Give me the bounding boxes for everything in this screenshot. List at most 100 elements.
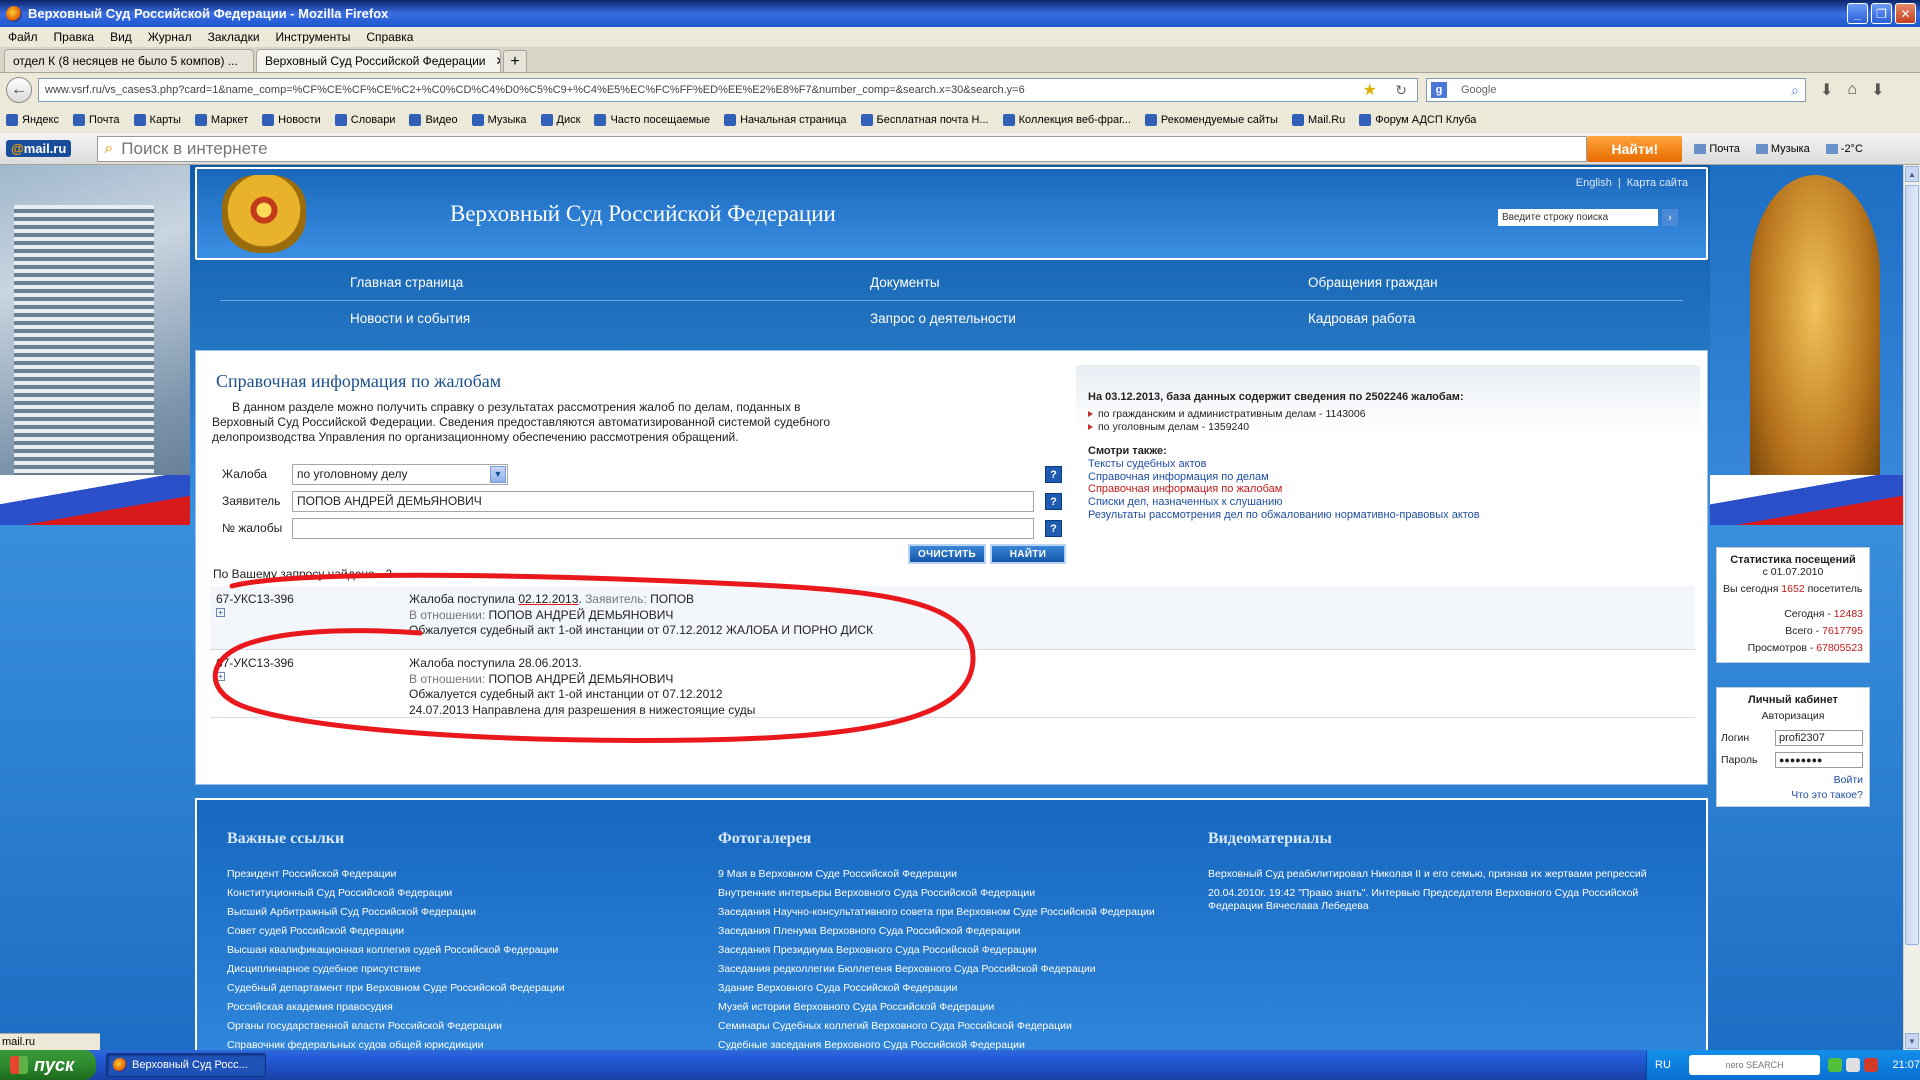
footer-link[interactable]: Высший Арбитражный Суд Российской Федера… (227, 906, 476, 919)
footer-link[interactable]: Органы государственной власти Российской… (227, 1020, 502, 1033)
tab-2-active[interactable]: Верховный Суд Российской Федерации ✕ (256, 49, 501, 72)
menu-edit[interactable]: Правка (54, 30, 95, 44)
footer-link[interactable]: Совет судей Российской Федерации (227, 925, 404, 938)
menu-history[interactable]: Журнал (148, 30, 192, 44)
bookmark-item[interactable]: Mail.Ru (1291, 114, 1345, 126)
footer-link[interactable]: Президент Российской Федерации (227, 868, 396, 881)
clear-button[interactable]: ОЧИСТИТЬ (908, 544, 986, 564)
help-icon[interactable]: ? (1045, 466, 1062, 483)
weather-widget[interactable]: -2°C (1826, 143, 1863, 155)
find-button[interactable]: НАЙТИ (990, 544, 1066, 564)
bookmark-item[interactable]: Диск (540, 114, 580, 126)
footer-link[interactable]: Заседания Пленума Верховного Суда Россий… (718, 925, 1020, 938)
link-hearing-lists[interactable]: Списки дел, назначенных к слушанию (1088, 496, 1282, 508)
footer-link[interactable]: Заседания редколлегии Бюллетеня Верховно… (718, 963, 1096, 976)
google-icon[interactable]: g (1431, 82, 1447, 98)
scroll-down-icon[interactable]: ▼ (1905, 1033, 1919, 1049)
footer-link[interactable]: Заседания Президиума Верховного Суда Рос… (718, 944, 1037, 957)
back-button[interactable]: ← (6, 77, 32, 103)
site-search-go-icon[interactable]: › (1662, 209, 1678, 226)
bookmark-item[interactable]: Новости (262, 114, 321, 126)
close-button[interactable]: ✕ (1895, 3, 1916, 24)
link-complaint-info[interactable]: Справочная информация по жалобам (1088, 483, 1282, 495)
case-number[interactable]: 67-УКС13-396 (216, 656, 294, 670)
scrollbar-thumb[interactable] (1905, 185, 1919, 945)
complaint-number-input[interactable] (292, 517, 1034, 539)
bookmark-item[interactable]: Карты (133, 114, 181, 126)
search-icon[interactable]: ⌕ (1791, 82, 1799, 99)
bookmark-item[interactable]: Видео (409, 114, 458, 126)
login-button[interactable]: Войти (1834, 774, 1863, 786)
nav-info-request[interactable]: Запрос о деятельности (870, 311, 1016, 326)
maximize-button[interactable]: ❐ (1871, 3, 1892, 24)
web-search-box[interactable]: g Google ⌕ (1426, 78, 1806, 102)
footer-link[interactable]: 20.04.2010г. 19:42 "Право знать". Интерв… (1208, 887, 1638, 900)
footer-link[interactable]: Конституционный Суд Российской Федерации (227, 887, 452, 900)
footer-link[interactable]: Заседания Научно-консультативного совета… (718, 906, 1155, 919)
expand-icon[interactable]: + (216, 608, 225, 617)
footer-link[interactable]: 9 Мая в Верховном Суде Российской Федера… (718, 868, 957, 881)
nav-documents[interactable]: Документы (870, 275, 940, 290)
url-bar[interactable]: www.vsrf.ru/vs_cases3.php?card=1&name_co… (38, 78, 1418, 102)
bookmark-item[interactable]: Почта (73, 114, 120, 126)
site-search-input[interactable]: Введите строку поиска (1498, 209, 1658, 226)
bookmark-item[interactable]: Словари (334, 114, 395, 126)
footer-link[interactable]: Российская академия правосудия (227, 1001, 393, 1014)
start-button[interactable]: пуск (0, 1050, 96, 1080)
bookmark-item[interactable]: Бесплатная почта Н... (860, 114, 989, 126)
bookmark-item[interactable]: Рекомендуемые сайты (1144, 114, 1278, 126)
menu-bookmarks[interactable]: Закладки (208, 30, 260, 44)
scroll-up-icon[interactable]: ▲ (1905, 166, 1919, 182)
bookmark-item[interactable]: Коллекция веб-фраг... (1002, 114, 1131, 126)
footer-link[interactable]: Высшая квалификационная коллегия судей Р… (227, 944, 558, 957)
case-number[interactable]: 67-УКС13-396 (216, 592, 294, 606)
mailru-search-input[interactable]: ⌕ Поиск в интернете (97, 135, 1588, 162)
footer-link[interactable]: Верховный Суд реабилитировал Николая II … (1208, 868, 1647, 881)
addon-icon[interactable]: ⬇ (1871, 80, 1884, 100)
expand-icon[interactable]: + (216, 672, 225, 681)
bookmark-item[interactable]: Форум АДСП Клуба (1359, 114, 1476, 126)
mailru-music-link[interactable]: Музыка (1756, 143, 1810, 155)
what-is-this-link[interactable]: Что это такое? (1791, 789, 1863, 801)
close-tab-icon[interactable]: ✕ (496, 54, 500, 68)
applicant-input[interactable]: ПОПОВ АНДРЕЙ ДЕМЬЯНОВИЧ (292, 490, 1034, 512)
download-icon[interactable]: ⬇ (1820, 80, 1833, 100)
link-court-acts[interactable]: Тексты судебных актов (1088, 458, 1206, 470)
bookmark-star-icon[interactable]: ★ (1363, 80, 1377, 100)
nav-personnel[interactable]: Кадровая работа (1308, 311, 1415, 326)
link-case-info[interactable]: Справочная информация по делам (1088, 471, 1269, 483)
footer-link[interactable]: Семинары Судебных коллегий Верховного Су… (718, 1020, 1072, 1033)
footer-link[interactable]: Федерации Вячеслава Лебедева (1208, 900, 1369, 913)
speaker-icon[interactable] (1846, 1058, 1861, 1072)
home-icon[interactable]: ⌂ (1847, 81, 1857, 99)
link-normative-acts[interactable]: Результаты рассмотрения дел по обжалован… (1088, 509, 1480, 521)
footer-link[interactable]: Дисциплинарное судебное присутствие (227, 963, 421, 976)
menu-help[interactable]: Справка (366, 30, 413, 44)
taskbar-firefox-window[interactable]: Верховный Суд Росс... (106, 1053, 266, 1077)
footer-link[interactable]: Внутренние интерьеры Верховного Суда Рос… (718, 887, 1035, 900)
menu-view[interactable]: Вид (110, 30, 132, 44)
language-indicator[interactable]: RU (1655, 1059, 1671, 1071)
mailru-search-button[interactable]: Найти! (1587, 135, 1683, 162)
new-tab-button[interactable]: + (503, 50, 527, 72)
sitemap-link[interactable]: Карта сайта (1627, 177, 1688, 189)
login-input[interactable]: profi2307 (1775, 730, 1863, 746)
bookmark-item[interactable]: Маркет (194, 114, 248, 126)
footer-link[interactable]: Судебный департамент при Верховном Суде … (227, 982, 564, 995)
complaint-type-select[interactable]: по уголовному делу ▼ (292, 463, 508, 485)
menu-file[interactable]: Файл (8, 30, 38, 44)
clock[interactable]: 21:07 (1892, 1059, 1920, 1071)
help-icon[interactable]: ? (1045, 520, 1062, 537)
footer-link[interactable]: Здание Верховного Суда Российской Федера… (718, 982, 957, 995)
footer-link[interactable]: Судебные заседания Верховного Суда Росси… (718, 1039, 1025, 1050)
nero-search-box[interactable]: nero SEARCH (1688, 1055, 1821, 1075)
bookmark-item[interactable]: Музыка (471, 114, 527, 126)
minimize-button[interactable]: _ (1847, 3, 1868, 24)
chevron-down-icon[interactable]: ▼ (490, 465, 506, 483)
help-icon[interactable]: ? (1045, 493, 1062, 510)
english-link[interactable]: English (1576, 177, 1612, 189)
site-title[interactable]: Верховный Суд Российской Федерации (450, 201, 836, 227)
tab-1[interactable]: отдел К (8 несяцев не было 5 компов) ... (4, 49, 254, 72)
bookmark-item[interactable]: Начальная страница (724, 114, 847, 126)
vertical-scrollbar[interactable]: ▲ ▼ (1903, 165, 1920, 1050)
